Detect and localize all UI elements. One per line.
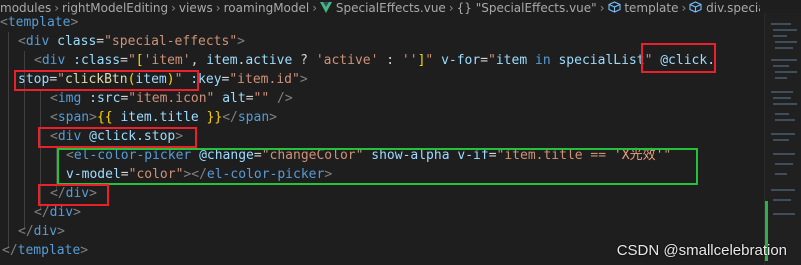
minimap-line: [771, 23, 791, 25]
code-line-12: </div>: [18, 224, 65, 239]
minimap[interactable]: [764, 13, 801, 265]
minimap-line: [773, 35, 787, 37]
minimap-line: [773, 199, 791, 201]
code-line-6: <span>{{ item.title }}</span>: [50, 110, 277, 125]
minimap-line: [771, 59, 797, 61]
minimap-line: [775, 41, 797, 43]
minimap-line: [773, 97, 791, 99]
minimap-line: [773, 213, 795, 215]
highlight-box-click: [641, 43, 716, 73]
minimap-line: [773, 139, 789, 141]
minimap-line: [773, 29, 797, 31]
watermark: CSDN @smallcelebration: [616, 242, 787, 259]
indent-guide: [8, 32, 9, 248]
minimap-line: [773, 103, 797, 105]
highlight-box-div-click-stop: [38, 127, 197, 148]
minimap-line: [771, 133, 795, 135]
code-line-5: <img :src="item.icon" alt="" />: [50, 91, 293, 106]
code-line-3: <div :class="['item', item.active ? 'act…: [34, 53, 716, 68]
minimap-line: [775, 163, 793, 165]
minimap-line: [773, 65, 789, 67]
minimap-line: [771, 91, 793, 93]
minimap-line: [775, 119, 795, 121]
minimap-line: [775, 77, 787, 79]
code-line-1: <template>: [0, 15, 79, 30]
highlight-box-color-picker: [57, 148, 698, 185]
minimap-line: [775, 173, 787, 175]
code-line-13: </template>: [2, 243, 89, 258]
code-editor[interactable]: <template> <div class="special-effects">…: [0, 13, 760, 265]
minimap-line: [773, 153, 795, 155]
minimap-line: [775, 47, 793, 49]
minimap-line: [771, 189, 795, 191]
highlight-box-div-close: [38, 184, 109, 206]
code-line-2: <div class="special-effects">: [18, 34, 245, 49]
minimap-line: [775, 113, 789, 115]
highlight-box-stop-clickbtn: [14, 70, 199, 91]
minimap-line: [775, 71, 797, 73]
